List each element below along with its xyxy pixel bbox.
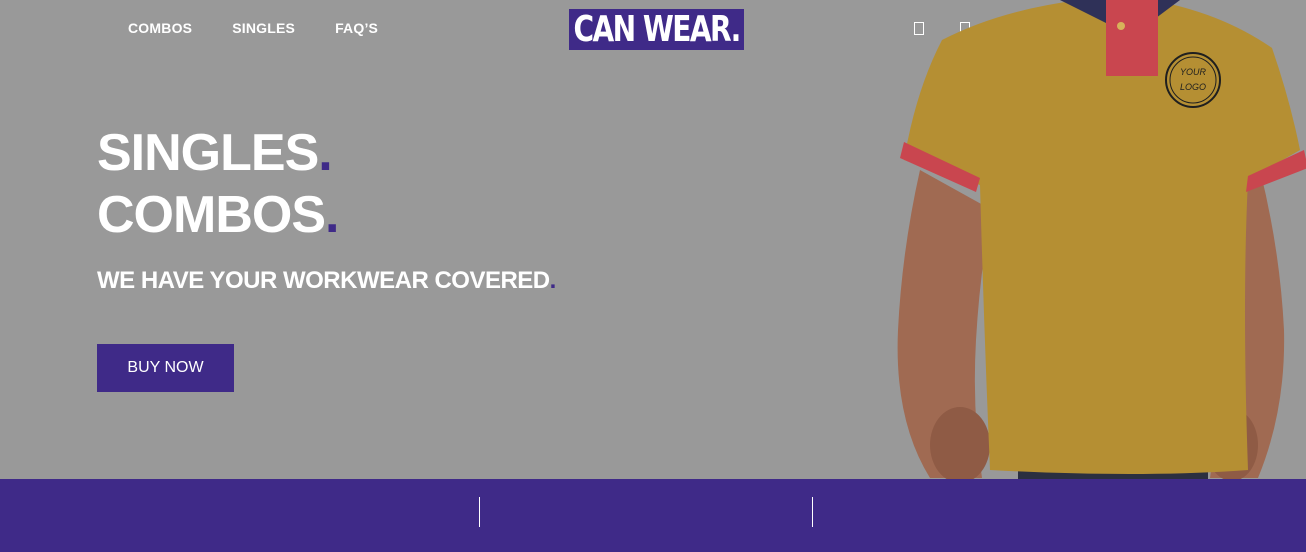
nav-singles[interactable]: SINGLES bbox=[232, 20, 295, 36]
tagline-text: WE HAVE YOUR WORKWEAR COVERED bbox=[97, 267, 550, 294]
main-nav: COMBOS SINGLES FAQ’S bbox=[128, 20, 378, 36]
brand-logo-text: CAN WEAR. bbox=[573, 9, 741, 50]
hero-tagline: WE HAVE YOUR WORKWEAR COVERED. bbox=[97, 267, 556, 295]
tagline-dot: . bbox=[549, 267, 557, 294]
headline-line-combos: COMBOS. bbox=[97, 184, 339, 246]
hero-headline: SINGLES. COMBOS. bbox=[97, 122, 339, 246]
model-polo-image: YOUR LOGO bbox=[897, 0, 1306, 479]
headline-dot: . bbox=[325, 186, 339, 244]
hero-section: COMBOS SINGLES FAQ’S CAN WEAR. SINGLES. … bbox=[0, 0, 1306, 479]
buy-now-button[interactable]: BUY NOW bbox=[97, 344, 234, 392]
divider-left bbox=[479, 497, 480, 527]
footer-band bbox=[0, 479, 1306, 552]
headline-line-singles: SINGLES. bbox=[97, 122, 338, 184]
shirt-logo-top: YOUR bbox=[1180, 67, 1207, 77]
nav-faqs[interactable]: FAQ’S bbox=[335, 20, 378, 36]
headline-singles-text: SINGLES bbox=[97, 124, 319, 182]
nav-combos[interactable]: COMBOS bbox=[128, 20, 192, 36]
headline-dot: . bbox=[318, 124, 332, 182]
headline-combos-text: COMBOS bbox=[97, 186, 326, 244]
shirt-logo-bottom: LOGO bbox=[1180, 82, 1206, 92]
brand-logo[interactable]: CAN WEAR. bbox=[569, 9, 744, 50]
divider-right bbox=[812, 497, 813, 527]
